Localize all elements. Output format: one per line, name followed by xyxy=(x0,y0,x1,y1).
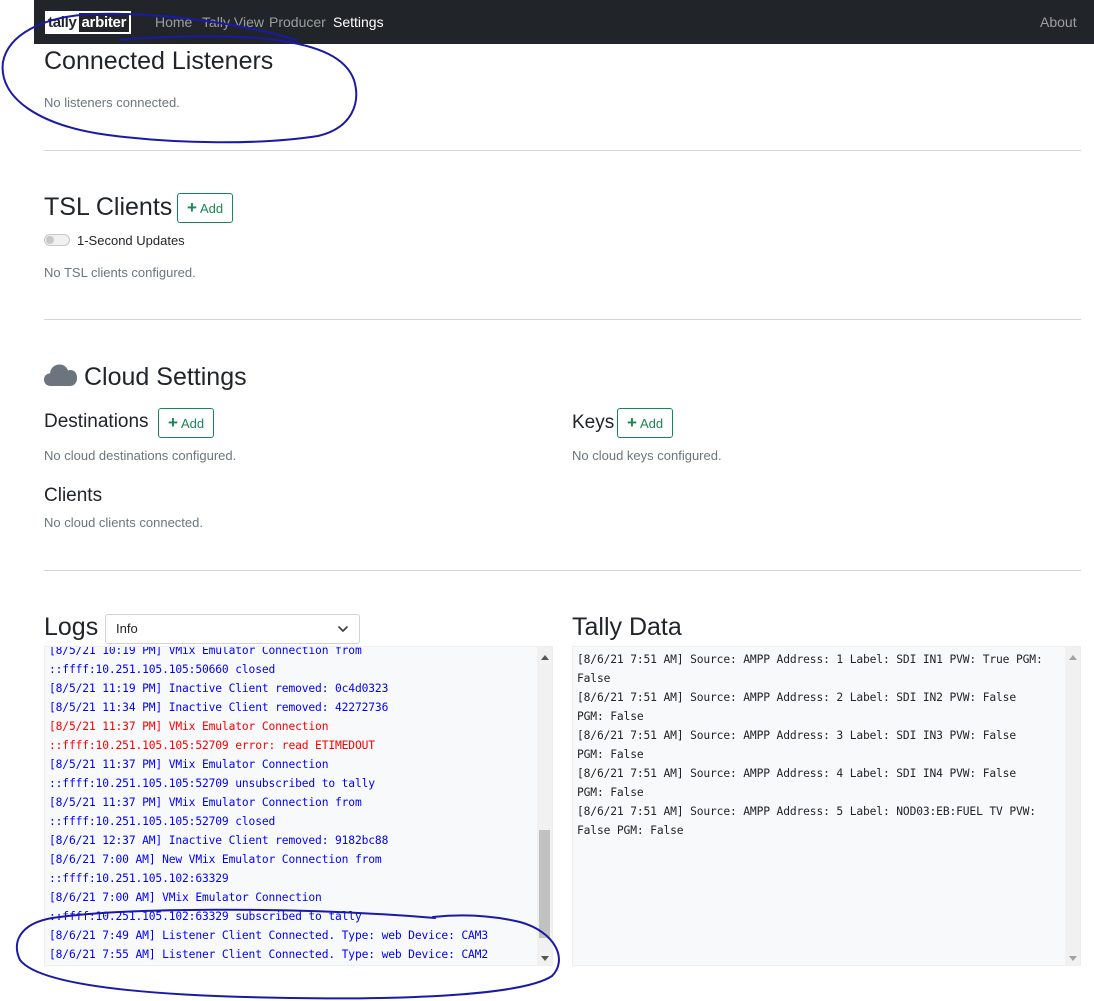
keys-empty-text: No cloud keys configured. xyxy=(572,448,722,463)
log-line: [8/5/21 11:37 PM] VMix Emulator Connecti… xyxy=(49,796,362,809)
tally-lines: [8/6/21 7:51 AM] Source: AMPP Address: 1… xyxy=(577,650,1047,840)
clients-empty-text: No cloud clients connected. xyxy=(44,515,203,530)
add-key-label: Add xyxy=(639,415,664,431)
tsl-clients-heading: TSL Clients xyxy=(44,193,173,221)
log-line: [8/5/21 11:34 PM] Inactive Client remove… xyxy=(49,701,389,714)
tally-line: [8/6/21 7:51 AM] Source: AMPP Address: 2… xyxy=(577,691,1016,723)
log-line: [8/6/21 7:00 AM] New VMix Emulator Conne… xyxy=(49,853,382,866)
log-level-selected-value: Info xyxy=(116,621,138,636)
scroll-down-arrow-icon[interactable] xyxy=(1069,956,1077,961)
log-level-select[interactable]: Info xyxy=(105,614,360,644)
log-line: [8/5/21 11:37 PM] VMix Emulator Connecti… xyxy=(49,758,329,771)
tally-scrollbar[interactable] xyxy=(1065,647,1080,965)
scroll-up-arrow-icon[interactable] xyxy=(541,655,549,660)
log-line: ::ffff:10.251.105.105:52709 error: read … xyxy=(49,739,375,752)
nav-link-about[interactable]: About xyxy=(1040,14,1077,31)
log-line: [8/6/21 7:55 AM] Listener Client Connect… xyxy=(49,948,488,961)
connected-listeners-heading: Connected Listeners xyxy=(44,47,274,75)
log-line: ::ffff:10.251.105.105:52709 unsubscribed… xyxy=(49,777,375,790)
scroll-down-arrow-icon[interactable] xyxy=(541,956,549,961)
log-line: [8/5/21 11:19 PM] Inactive Client remove… xyxy=(49,682,389,695)
brand-logo-part2: arbiter xyxy=(78,13,130,32)
tally-line: [8/6/21 7:51 AM] Source: AMPP Address: 4… xyxy=(577,767,1016,799)
brand-logo-part1: tally xyxy=(47,13,79,32)
cloud-settings-heading: Cloud Settings xyxy=(84,363,247,391)
toggle-knob xyxy=(46,236,54,244)
one-second-updates-toggle[interactable] xyxy=(44,234,70,246)
tally-line: [8/6/21 7:51 AM] Source: AMPP Address: 3… xyxy=(577,729,1016,761)
listeners-empty-text: No listeners connected. xyxy=(44,95,180,110)
nav-link-tally-view[interactable]: Tally View xyxy=(202,14,264,31)
add-tsl-client-label: Add xyxy=(199,200,224,216)
clients-heading: Clients xyxy=(44,485,103,506)
log-line: [8/6/21 7:00 AM] VMix Emulator Connectio… xyxy=(49,891,322,904)
add-destination-button[interactable]: + Add xyxy=(158,408,215,438)
scroll-up-arrow-icon[interactable] xyxy=(1069,655,1077,660)
nav-link-home[interactable]: Home xyxy=(155,14,192,31)
log-line: ::ffff:10.251.105.105:50660 closed xyxy=(49,663,276,676)
log-line: [8/6/21 7:49 AM] Listener Client Connect… xyxy=(49,929,488,942)
cloud-icon xyxy=(44,364,77,386)
add-tsl-client-button[interactable]: + Add xyxy=(177,193,234,223)
tally-line: [8/6/21 7:51 AM] Source: AMPP Address: 5… xyxy=(577,805,1036,837)
section-divider xyxy=(44,570,1081,571)
log-line: [8/5/21 11:37 PM] VMix Emulator Connecti… xyxy=(49,720,329,733)
nav-link-producer[interactable]: Producer xyxy=(269,14,326,31)
log-line: [8/6/21 12:37 AM] Inactive Client remove… xyxy=(49,834,389,847)
destinations-heading: Destinations xyxy=(44,411,149,432)
log-lines: [8/5/21 10:19 PM] VMix Emulator Connecti… xyxy=(49,646,539,964)
log-line: [8/5/21 10:19 PM] VMix Emulator Connecti… xyxy=(49,646,362,657)
top-navbar: tally arbiter Home Tally View Producer S… xyxy=(34,0,1094,44)
add-key-button[interactable]: + Add xyxy=(617,408,674,438)
tally-data-output[interactable]: [8/6/21 7:51 AM] Source: AMPP Address: 1… xyxy=(572,646,1081,966)
chevron-down-icon xyxy=(338,626,348,632)
tsl-empty-text: No TSL clients configured. xyxy=(44,265,196,280)
plus-icon: + xyxy=(187,198,197,217)
brand-logo[interactable]: tally arbiter xyxy=(45,11,132,34)
log-line: ::ffff:10.251.105.102:63329 xyxy=(49,872,229,885)
destinations-empty-text: No cloud destinations configured. xyxy=(44,448,237,463)
plus-icon: + xyxy=(168,413,178,432)
section-divider xyxy=(44,150,1081,151)
keys-heading: Keys xyxy=(572,412,615,433)
logs-heading: Logs xyxy=(44,613,99,641)
log-line: ::ffff:10.251.105.105:52709 closed xyxy=(49,815,276,828)
log-scrollbar[interactable] xyxy=(537,647,552,965)
add-destination-label: Add xyxy=(180,415,205,431)
log-scrollbar-thumb[interactable] xyxy=(539,830,550,939)
log-line: ::ffff:10.251.105.102:63329 subscribed t… xyxy=(49,910,362,923)
log-output[interactable]: [8/5/21 10:19 PM] VMix Emulator Connecti… xyxy=(44,646,553,966)
tally-data-heading: Tally Data xyxy=(572,613,682,641)
nav-link-settings[interactable]: Settings xyxy=(333,14,384,31)
tally-line: [8/6/21 7:51 AM] Source: AMPP Address: 1… xyxy=(577,653,1043,685)
section-divider xyxy=(44,319,1081,320)
one-second-updates-label: 1-Second Updates xyxy=(77,233,185,248)
plus-icon: + xyxy=(627,413,637,432)
